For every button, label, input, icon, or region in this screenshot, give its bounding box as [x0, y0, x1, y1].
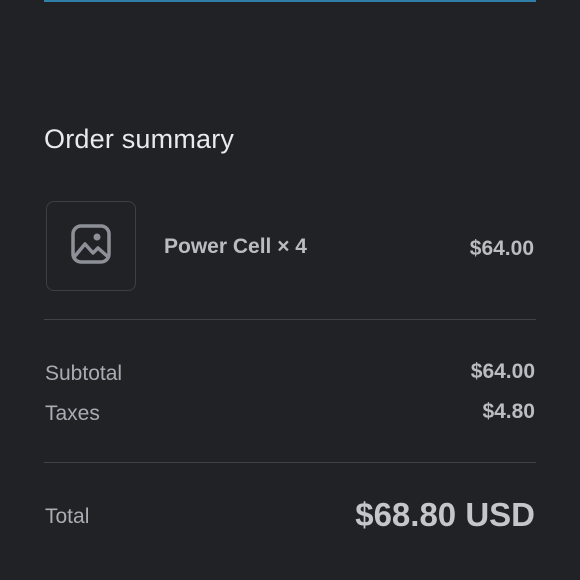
top-accent-strip	[44, 0, 536, 2]
divider	[44, 319, 536, 320]
line-item-price: $64.00	[469, 237, 534, 260]
total-label: Total	[45, 505, 90, 528]
subtotal-label: Subtotal	[45, 362, 123, 385]
taxes-label: Taxes	[45, 402, 100, 425]
order-summary-panel: Order summary Power Cell × 4 $64.00 Subt…	[0, 0, 580, 580]
subtotal-value: $64.00	[470, 360, 535, 383]
taxes-value: $4.80	[482, 400, 535, 423]
product-thumbnail	[46, 201, 136, 291]
line-item-name: Power Cell × 4	[164, 235, 307, 258]
total-value: $68.80 USD	[355, 496, 535, 533]
image-placeholder-icon	[70, 223, 112, 270]
order-summary-title: Order summary	[44, 124, 235, 154]
divider	[44, 462, 536, 463]
